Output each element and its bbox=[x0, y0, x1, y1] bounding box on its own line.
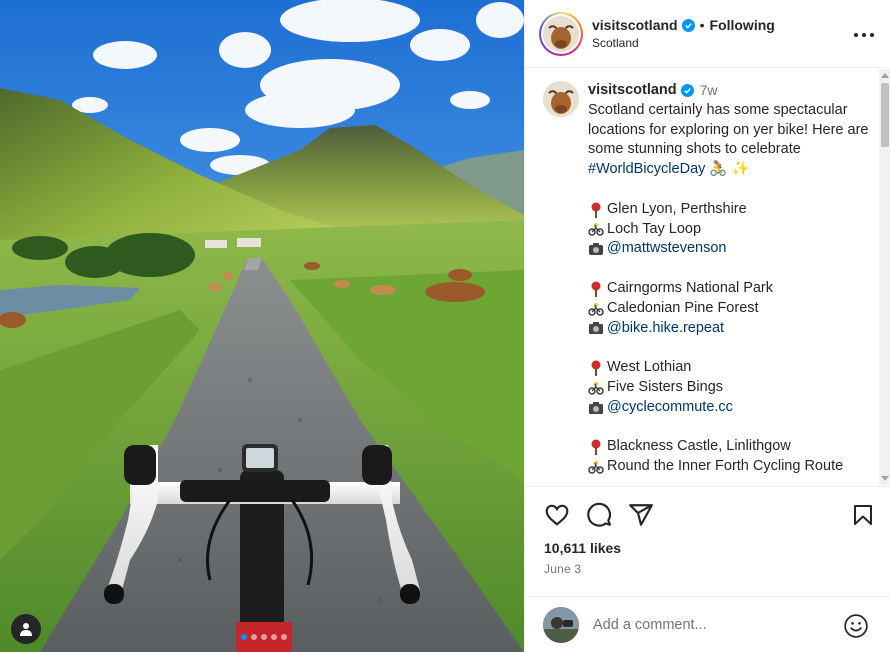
carousel-dot bbox=[261, 634, 267, 640]
caption-scroll-area[interactable]: visitscotland 7w Scotland certainly has … bbox=[525, 69, 890, 485]
photo-scene bbox=[0, 0, 524, 652]
share-paper-plane-icon bbox=[629, 504, 653, 526]
like-button[interactable] bbox=[543, 501, 571, 529]
scroll-up-icon[interactable] bbox=[881, 73, 889, 78]
caption-line: Blackness Castle, Linlithgow bbox=[588, 437, 873, 457]
post-location[interactable]: Scotland bbox=[592, 36, 775, 50]
entry-place: Cairngorms National Park bbox=[607, 279, 774, 296]
caption-line: @mattwstevenson bbox=[588, 239, 873, 259]
pin-icon bbox=[588, 360, 604, 377]
entry-credit-mention[interactable]: @mattwstevenson bbox=[607, 239, 727, 259]
post-date[interactable]: June 3 bbox=[544, 562, 581, 576]
post-actions: 10,611 likes June 3 bbox=[525, 486, 890, 576]
caption-entry: West Lothian Five Sisters Bings @cyclecomm… bbox=[588, 358, 873, 417]
carousel-dot bbox=[241, 634, 247, 640]
comment-composer bbox=[525, 596, 890, 652]
current-user-avatar bbox=[543, 606, 579, 643]
post-header: visitscotland • Following Scotland bbox=[525, 0, 890, 68]
entry-credit-mention[interactable]: @bike.hike.repeat bbox=[607, 319, 724, 339]
bicycle-icon bbox=[588, 459, 604, 475]
entry-place: Glen Lyon, Perthshire bbox=[607, 200, 747, 217]
emoji-icon[interactable] bbox=[843, 613, 869, 639]
user-tag-button[interactable] bbox=[11, 614, 41, 644]
carousel-dot bbox=[251, 634, 257, 640]
bicycle-icon bbox=[588, 380, 604, 396]
entry-route: Five Sisters Bings bbox=[607, 378, 724, 395]
post-author-username[interactable]: visitscotland bbox=[592, 17, 678, 33]
entry-route: Round the Inner Forth Cycling Route bbox=[607, 458, 844, 475]
entry-route: Loch Tay Loop bbox=[607, 220, 702, 237]
caption-intro-emoji: 🚴 ✨ bbox=[709, 161, 750, 178]
user-tag-icon bbox=[20, 623, 32, 636]
likes-count[interactable]: 10,611 likes bbox=[544, 540, 621, 556]
avatar bbox=[543, 15, 579, 52]
caption-line: West Lothian bbox=[588, 358, 873, 378]
following-button[interactable]: Following bbox=[710, 17, 775, 33]
caption-comment: visitscotland 7w Scotland certainly has … bbox=[543, 81, 873, 477]
verified-badge-icon bbox=[680, 84, 694, 98]
pin-icon bbox=[588, 281, 604, 297]
highland-cow-logo bbox=[543, 81, 579, 117]
caption-entry: Cairngorms National Park Caledonian Pine … bbox=[588, 279, 873, 338]
entry-place: West Lothian bbox=[607, 359, 692, 376]
caption-avatar[interactable] bbox=[543, 81, 579, 117]
comment-button[interactable] bbox=[585, 501, 613, 529]
caption-timestamp[interactable]: 7w bbox=[700, 81, 718, 101]
caption-line: @cyclecommute.cc bbox=[588, 398, 873, 418]
caption-line: Loch Tay Loop bbox=[588, 220, 873, 240]
caption-line: Five Sisters Bings bbox=[588, 378, 873, 398]
entry-route: Caledonian Pine Forest bbox=[607, 299, 759, 316]
save-button[interactable] bbox=[849, 501, 877, 529]
scrollbar-thumb[interactable] bbox=[881, 83, 889, 147]
caption-intro: Scotland certainly has some spectacular … bbox=[588, 101, 869, 158]
caption-text: Scotland certainly has some spectacular … bbox=[588, 101, 873, 180]
comment-bubble-icon bbox=[587, 502, 612, 527]
camera-icon bbox=[588, 320, 604, 336]
caption-entry: Blackness Castle, Linlithgow Round the In… bbox=[588, 437, 873, 477]
caption-scrollbar[interactable] bbox=[879, 69, 890, 485]
carousel-indicator bbox=[241, 634, 287, 640]
header-separator: • bbox=[699, 17, 705, 33]
carousel-dot bbox=[281, 634, 287, 640]
hashtag-link[interactable]: #WorldBicycleDay bbox=[588, 161, 705, 177]
verified-badge-icon bbox=[681, 18, 695, 32]
caption-entries: Glen Lyon, Perthshire Loch Tay Loop @mattw… bbox=[588, 200, 873, 477]
post-photo[interactable] bbox=[0, 0, 524, 652]
entry-credit-mention[interactable]: @cyclecommute.cc bbox=[607, 398, 733, 418]
pin-icon bbox=[588, 202, 604, 218]
caption-body: visitscotland 7w Scotland certainly has … bbox=[588, 81, 873, 477]
caption-username[interactable]: visitscotland bbox=[588, 81, 677, 101]
caption-entry: Glen Lyon, Perthshire Loch Tay Loop @mattw… bbox=[588, 200, 873, 259]
add-comment-input[interactable] bbox=[593, 616, 823, 633]
entry-place: Blackness Castle, Linlithgow bbox=[607, 438, 791, 455]
post-side-panel: visitscotland • Following Scotland visit… bbox=[524, 0, 890, 652]
scroll-down-icon[interactable] bbox=[881, 476, 889, 481]
story-ring-avatar[interactable] bbox=[539, 11, 583, 56]
like-heart-icon bbox=[545, 504, 569, 526]
bicycle-icon bbox=[588, 221, 604, 237]
caption-line: Cairngorms National Park bbox=[588, 279, 873, 299]
pin-icon bbox=[588, 439, 604, 456]
user-photo bbox=[543, 606, 579, 643]
caption-line: @bike.hike.repeat bbox=[588, 319, 873, 339]
carousel-dot bbox=[271, 634, 277, 640]
caption-line: Glen Lyon, Perthshire bbox=[588, 200, 873, 220]
bicycle-icon bbox=[588, 301, 604, 317]
save-bookmark-icon bbox=[854, 505, 872, 525]
camera-icon bbox=[588, 400, 604, 416]
caption-line: Round the Inner Forth Cycling Route bbox=[588, 457, 873, 477]
highland-cow-logo bbox=[543, 15, 579, 52]
more-options-icon[interactable] bbox=[854, 25, 874, 45]
camera-icon bbox=[588, 241, 604, 257]
share-button[interactable] bbox=[627, 501, 655, 529]
caption-line: Caledonian Pine Forest bbox=[588, 299, 873, 319]
